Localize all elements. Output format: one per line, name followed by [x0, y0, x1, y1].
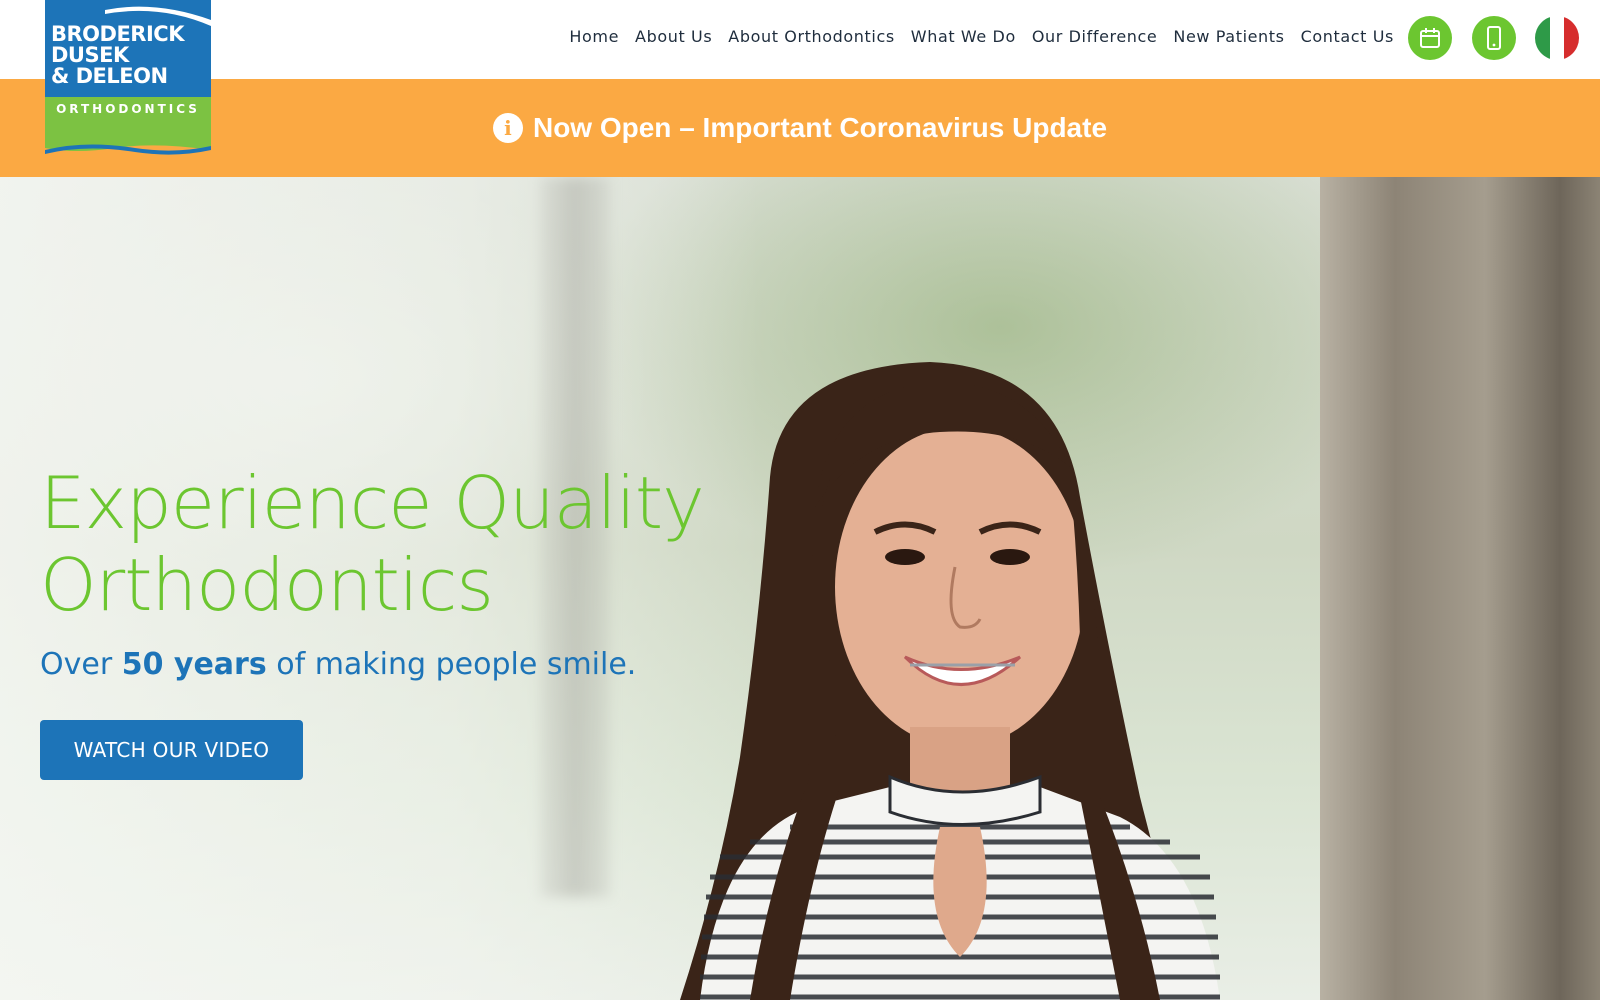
hero-subtitle: Over 50 years of making people smile. — [40, 647, 637, 682]
nav-our-difference[interactable]: Our Difference — [1024, 27, 1166, 46]
calendar-button[interactable] — [1408, 16, 1452, 60]
hero-title: Experience Quality Orthodontics — [40, 461, 705, 627]
announcement-text[interactable]: Now Open – Important Coronavirus Update — [533, 112, 1107, 144]
palm-trunk — [1320, 177, 1600, 1000]
logo-wave-icon — [45, 144, 211, 155]
announcement-banner[interactable]: i Now Open – Important Coronavirus Updat… — [0, 79, 1600, 177]
calendar-icon — [1420, 28, 1440, 48]
phone-icon — [1487, 26, 1501, 50]
site-logo[interactable]: BRODERICK DUSEK & DELEON ORTHODONTICS — [45, 0, 211, 160]
info-icon: i — [492, 113, 523, 143]
nav-about-orthodontics[interactable]: About Orthodontics — [720, 27, 903, 46]
nav-what-we-do[interactable]: What We Do — [903, 27, 1024, 46]
logo-subtitle: ORTHODONTICS — [56, 102, 200, 116]
italian-flag-icon[interactable] — [1535, 16, 1579, 60]
nav-new-patients[interactable]: New Patients — [1165, 27, 1292, 46]
logo-text: BRODERICK DUSEK & DELEON — [51, 22, 184, 88]
site-header: Home About Us About Orthodontics What We… — [0, 0, 1600, 79]
nav-home[interactable]: Home — [561, 27, 627, 46]
phone-button[interactable] — [1472, 16, 1516, 60]
hero-section: Experience Quality Orthodontics Over 50 … — [0, 177, 1600, 1000]
nav-contact-us[interactable]: Contact Us — [1293, 27, 1402, 46]
main-nav: Home About Us About Orthodontics What We… — [561, 27, 1402, 46]
nav-about-us[interactable]: About Us — [627, 27, 720, 46]
watch-video-button[interactable]: WATCH OUR VIDEO — [40, 720, 303, 780]
hero-photo-person — [680, 362, 1220, 1000]
